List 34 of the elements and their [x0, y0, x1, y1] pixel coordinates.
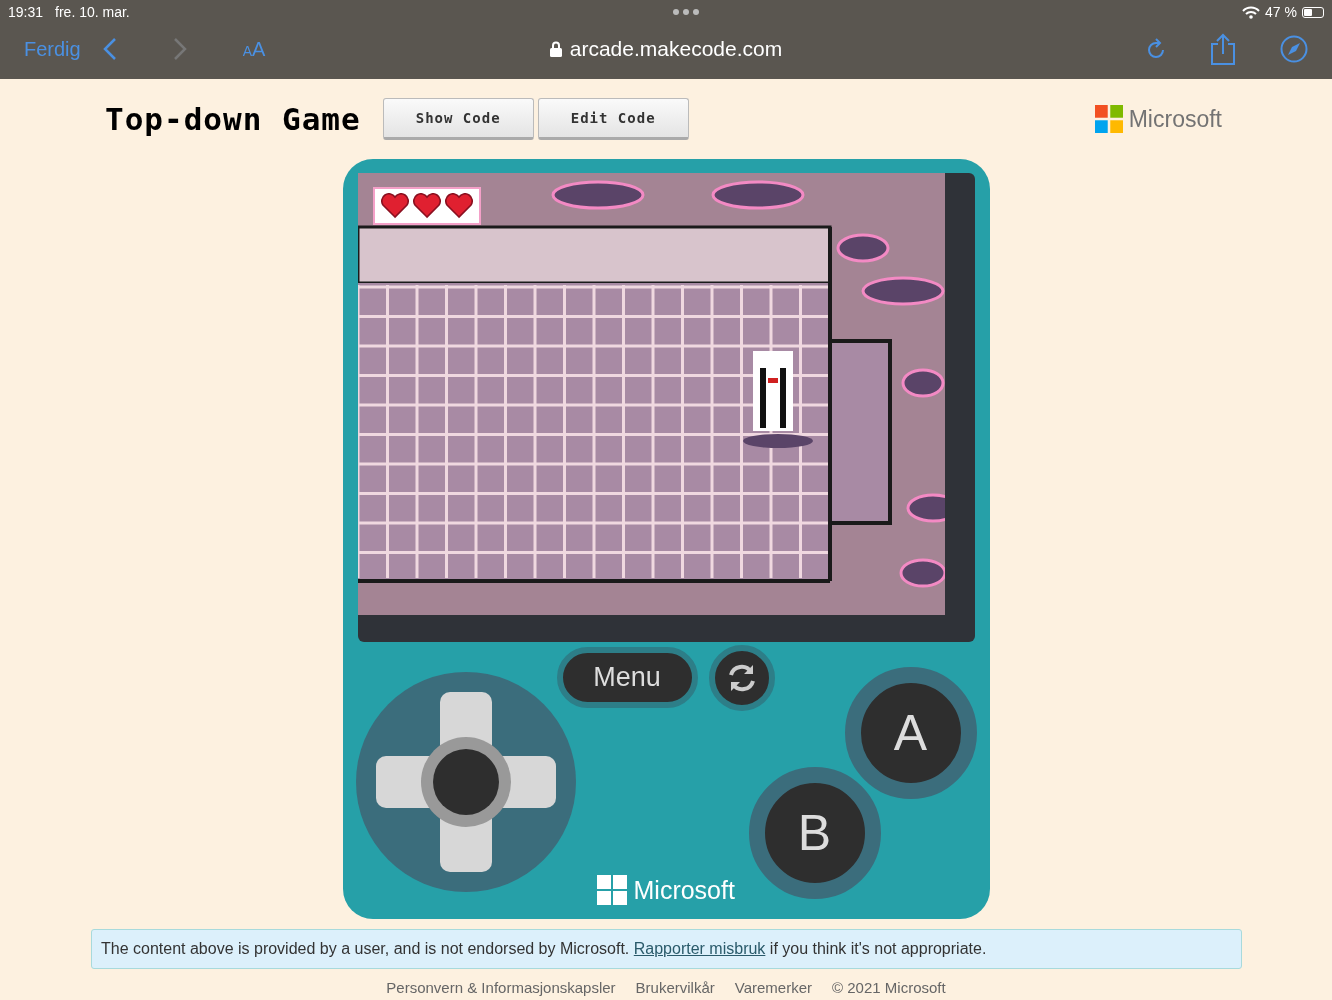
- more-icon[interactable]: [671, 8, 700, 16]
- brand-text: Microsoft: [633, 875, 735, 905]
- share-icon[interactable]: [1210, 33, 1236, 65]
- pit-hole: [901, 368, 944, 398]
- show-code-button[interactable]: Show Code: [382, 98, 534, 140]
- page-title: Top-down Game: [105, 101, 361, 137]
- compass-icon[interactable]: [1280, 35, 1308, 63]
- status-date: fre. 10. mar.: [55, 4, 130, 20]
- disclaimer-text: The content above is provided by a user, and is not endorsed by Microsoft. Rapporter misbruk if you think it's not appropriate.: [91, 929, 1242, 969]
- lock-icon: [549, 41, 562, 57]
- pit-hole: [899, 558, 945, 588]
- status-time: 19:31: [8, 4, 44, 20]
- pit-hole: [836, 233, 889, 263]
- wifi-icon: [1242, 5, 1261, 19]
- back-icon[interactable]: [102, 37, 117, 61]
- footer-link[interactable]: © 2021 Microsoft: [832, 979, 946, 996]
- reload-icon[interactable]: [1146, 38, 1166, 60]
- footer-link[interactable]: Personvern & Informasjonskapsler: [386, 979, 616, 996]
- report-abuse-link[interactable]: Rapporter misbruk: [633, 940, 766, 957]
- pit-hole: [906, 493, 945, 523]
- edit-code-button[interactable]: Edit Code: [537, 98, 689, 140]
- menu-button[interactable]: Menu: [556, 647, 698, 708]
- battery-icon: [1302, 6, 1324, 18]
- battery-percent: 47 %: [1265, 4, 1297, 20]
- footer-link[interactable]: Brukervilkår: [635, 979, 715, 996]
- b-button[interactable]: B: [748, 767, 881, 899]
- logo-text: Microsoft: [1128, 105, 1222, 133]
- footer-link[interactable]: Varemerker: [734, 979, 813, 996]
- url-text[interactable]: arcade.makecode.com: [569, 37, 783, 61]
- logo-icon: [1094, 105, 1123, 133]
- forward-icon[interactable]: [172, 37, 187, 61]
- dpad-icon[interactable]: [375, 692, 556, 872]
- a-button[interactable]: A: [844, 667, 977, 799]
- windows-logo-icon: [596, 875, 627, 905]
